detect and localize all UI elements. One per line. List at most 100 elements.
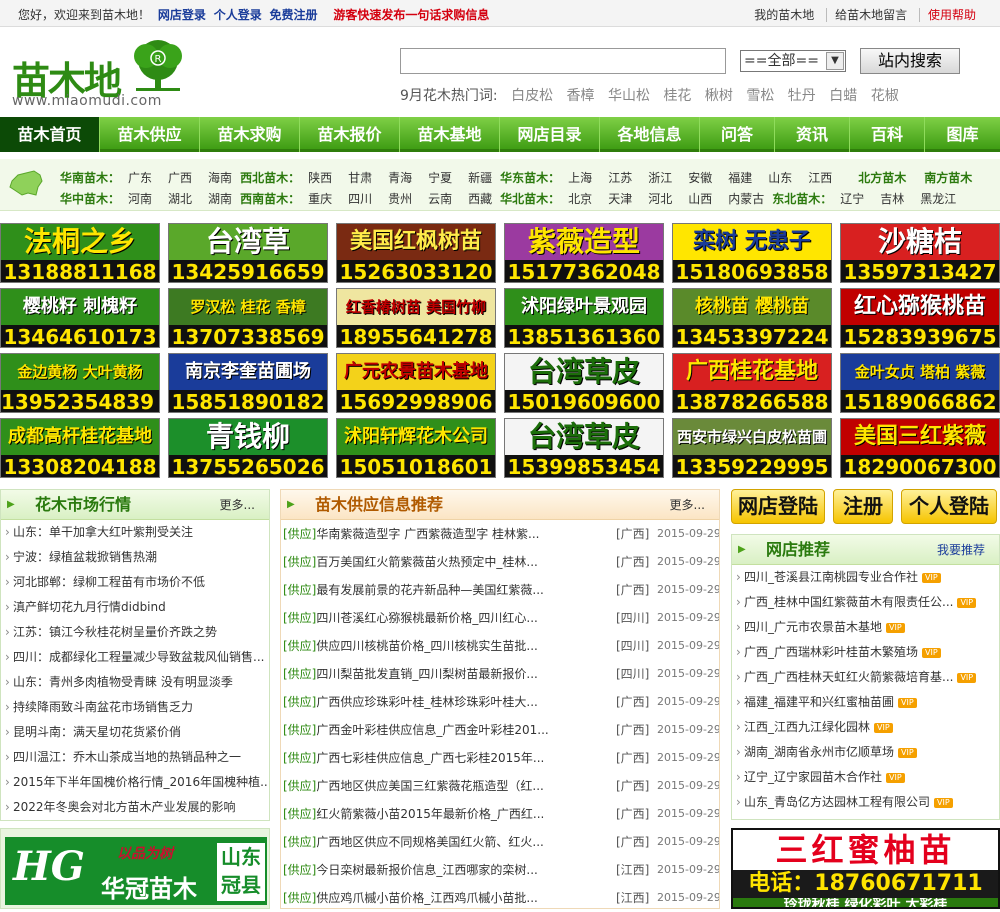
ad-banner[interactable]: 广西桂花基地 13878266588 — [672, 353, 832, 413]
supply-item[interactable]: [供应]供应鸡爪槭小苗价格_江西鸡爪槭小苗批... [江西] 2015-09-29 — [281, 884, 719, 912]
region-link[interactable]: 湖南 — [208, 192, 232, 206]
market-item[interactable]: 昆明斗南：满天星切花货紧价俏 — [1, 720, 269, 745]
ad-banner[interactable]: 美国红枫树苗 15263033120 — [336, 223, 496, 283]
region-link[interactable]: 安徽 — [688, 171, 712, 185]
shop-login-link[interactable]: 网店登录 — [158, 8, 206, 22]
nav-purchase[interactable]: 苗木求购 — [200, 117, 300, 152]
shop-name[interactable]: 江西_江西九江绿化园林 — [744, 720, 870, 734]
shop-item[interactable]: 福建_福建平和兴红蜜柚苗圃 VIP — [732, 690, 999, 715]
ad-banner[interactable]: 青钱柳 13755265026 — [168, 418, 328, 478]
hot-word[interactable]: 楸树 — [705, 88, 733, 104]
region-link[interactable]: 广西 — [168, 171, 192, 185]
nav-base[interactable]: 苗木基地 — [400, 117, 500, 152]
region-group-label[interactable]: 北方苗木 — [858, 171, 906, 185]
supply-title[interactable]: 广西七彩桂供应信息_广西七彩桂2015年... — [316, 744, 578, 772]
region-link[interactable]: 广东 — [128, 171, 152, 185]
ad-banner[interactable]: 南京李奎苗圃场 15851890182 — [168, 353, 328, 413]
region-group-label[interactable]: 华北苗木： — [500, 192, 560, 206]
region-link[interactable]: 河南 — [128, 192, 152, 206]
supply-item[interactable]: [供应]广西金叶彩桂供应信息_广西金叶彩桂201... [广西] 2015-09-2… — [281, 716, 719, 744]
shop-item[interactable]: 山东_青岛亿方达园林工程有限公司 VIP — [732, 790, 999, 815]
ad-banner[interactable]: 台湾草皮 15019609600 — [504, 353, 664, 413]
nav-gallery[interactable]: 图库 — [925, 117, 1000, 152]
region-link[interactable]: 西藏 — [468, 192, 492, 206]
region-link[interactable]: 内蒙古 — [728, 192, 764, 206]
region-link[interactable]: 陕西 — [308, 171, 332, 185]
region-group-label[interactable]: 华东苗木： — [500, 171, 560, 185]
supply-item[interactable]: [供应]供应四川核桃苗价格_四川核桃实生苗批... [四川] 2015-09-29 — [281, 632, 719, 660]
supply-item[interactable]: [供应]最有发展前景的花卉新品种—美国红紫薇... [广西] 2015-09-29 — [281, 576, 719, 604]
region-link[interactable]: 甘肃 — [348, 171, 372, 185]
shop-item[interactable]: 江西_江西九江绿化园林 VIP — [732, 715, 999, 740]
ad-banner[interactable]: 红心猕猴桃苗 15283939675 — [840, 288, 1000, 348]
market-item[interactable]: 2015年下半年国槐价格行情_2016年国槐种植... — [1, 770, 269, 795]
supply-item[interactable]: [供应]广西七彩桂供应信息_广西七彩桂2015年... [广西] 2015-09-2… — [281, 744, 719, 772]
market-more-link[interactable]: 更多... — [220, 490, 255, 520]
region-link[interactable]: 云南 — [428, 192, 452, 206]
region-link[interactable]: 山西 — [688, 192, 712, 206]
hot-word[interactable]: 雪松 — [746, 88, 774, 104]
huaguan-ad[interactable]: HG 以品为树 华冠苗木 山东 冠县 — [0, 828, 270, 909]
ad-banner[interactable]: 法桐之乡 13188811168 — [0, 223, 160, 283]
region-group-label[interactable]: 东北苗木： — [772, 192, 832, 206]
shop-item[interactable]: 四川_广元市农景苗木基地 VIP — [732, 615, 999, 640]
region-link[interactable]: 青海 — [388, 171, 412, 185]
guest-post-link[interactable]: 游客快速发布一句话求购信息 — [333, 8, 489, 22]
shop-login-button[interactable]: 网店登陆 — [731, 489, 825, 524]
shop-item[interactable]: 湖南_湖南省永州市亿顺草场 VIP — [732, 740, 999, 765]
hot-word[interactable]: 华山松 — [608, 88, 650, 104]
shop-name[interactable]: 辽宁_辽宁家园苗木合作社 — [744, 770, 882, 784]
ad-banner[interactable]: 栾树 无患子 15180693858 — [672, 223, 832, 283]
market-item[interactable]: 2022年冬奥会对北方苗木产业发展的影响 — [1, 795, 269, 820]
ad-banner[interactable]: 核桃苗 樱桃苗 13453397224 — [672, 288, 832, 348]
region-link[interactable]: 重庆 — [308, 192, 332, 206]
personal-login-link[interactable]: 个人登录 — [214, 8, 262, 22]
supply-more-link[interactable]: 更多... — [670, 490, 705, 520]
message-link[interactable]: 给苗木地留言 — [826, 8, 916, 22]
region-link[interactable]: 辽宁 — [840, 192, 864, 206]
nav-wiki[interactable]: 百科 — [850, 117, 925, 152]
ad-banner[interactable]: 红香椿树苗 美国竹柳 18955641278 — [336, 288, 496, 348]
region-link[interactable]: 山东 — [768, 171, 792, 185]
hot-word[interactable]: 香樟 — [567, 88, 595, 104]
hot-word[interactable]: 桂花 — [663, 88, 691, 104]
region-link[interactable]: 贵州 — [388, 192, 412, 206]
region-link[interactable]: 湖北 — [168, 192, 192, 206]
supply-item[interactable]: [供应]四川苍溪红心猕猴桃最新价格_四川红心... [四川] 2015-09-29 — [281, 604, 719, 632]
pomelo-banner-ad[interactable]: 三红蜜柚苗 电话：18760671711 玲珑秋桂 绿化彩叶 大彩桂 — [731, 828, 1000, 909]
supply-title[interactable]: 供应四川核桃苗价格_四川核桃实生苗批... — [316, 632, 578, 660]
shop-item[interactable]: 广西_广西桂林天虹红火箭紫薇培育基... VIP — [732, 665, 999, 690]
region-link[interactable]: 海南 — [208, 171, 232, 185]
hot-word[interactable]: 花椒 — [871, 88, 899, 104]
shop-name[interactable]: 湖南_湖南省永州市亿顺草场 — [744, 745, 894, 759]
ad-banner[interactable]: 紫薇造型 15177362048 — [504, 223, 664, 283]
supply-item[interactable]: [供应]广西供应珍珠彩叶桂_桂林珍珠彩叶桂大... [广西] 2015-09-29 — [281, 688, 719, 716]
supply-title[interactable]: 百万美国红火箭紫薇苗火热预定中_桂林... — [316, 548, 578, 576]
nav-supply[interactable]: 苗木供应 — [100, 117, 200, 152]
shop-item[interactable]: 广西_桂林中国红紫薇苗木有限责任公... VIP — [732, 590, 999, 615]
shop-name[interactable]: 广西_广西桂林天虹红火箭紫薇培育基... — [744, 670, 953, 684]
region-group-label[interactable]: 华中苗木： — [60, 192, 120, 206]
ad-banner[interactable]: 樱桃籽 刺槐籽 13464610173 — [0, 288, 160, 348]
region-group-label[interactable]: 西北苗木： — [240, 171, 300, 185]
hot-word[interactable]: 白皮松 — [511, 88, 553, 104]
region-link[interactable]: 四川 — [348, 192, 372, 206]
region-group-label[interactable]: 南方苗木 — [924, 171, 972, 185]
region-link[interactable]: 江苏 — [608, 171, 632, 185]
recommend-link[interactable]: 我要推荐 — [937, 535, 985, 565]
search-input[interactable] — [400, 48, 726, 74]
personal-login-button[interactable]: 个人登陆 — [901, 489, 997, 524]
market-item[interactable]: 山东：单干加拿大红叶紫荆受关注 — [1, 520, 269, 545]
nav-shop-directory[interactable]: 网店目录 — [500, 117, 600, 152]
supply-title[interactable]: 四川梨苗批发直销_四川梨树苗最新报价... — [316, 660, 578, 688]
market-item[interactable]: 山东：青州多肉植物受青睐 没有明显淡季 — [1, 670, 269, 695]
category-select[interactable]: ==全部== ▼ — [740, 50, 846, 72]
supply-item[interactable]: [供应]今日栾树最新报价信息_江西哪家的栾树... [江西] 2015-09-29 — [281, 856, 719, 884]
supply-title[interactable]: 四川苍溪红心猕猴桃最新价格_四川红心... — [316, 604, 578, 632]
market-item[interactable]: 四川温江：乔木山茶成当地的热销品种之一 — [1, 745, 269, 770]
search-button[interactable]: 站内搜索 — [860, 48, 960, 74]
region-link[interactable]: 上海 — [568, 171, 592, 185]
ad-banner[interactable]: 广元农景苗木基地 15692998906 — [336, 353, 496, 413]
supply-item[interactable]: [供应]广西地区供应不同规格美国红火箭、红火... [广西] 2015-09-29 — [281, 828, 719, 856]
region-link[interactable]: 河北 — [648, 192, 672, 206]
